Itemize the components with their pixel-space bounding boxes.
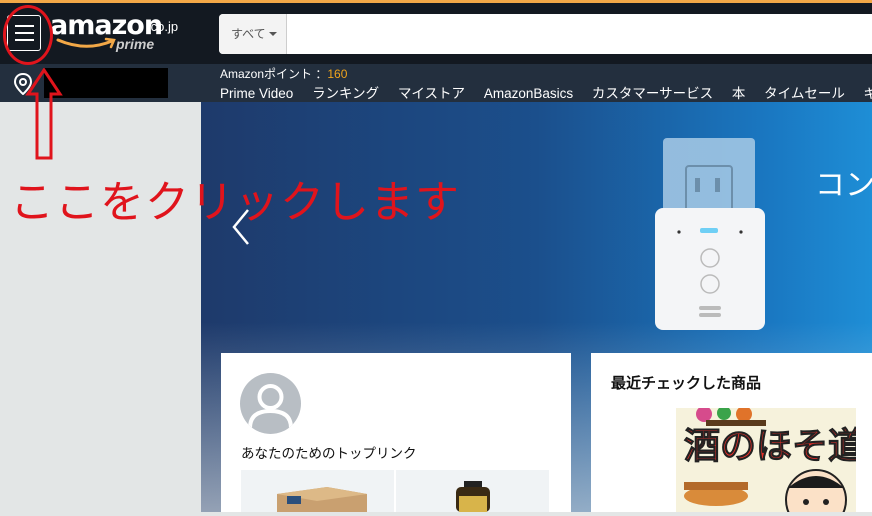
nav-link-ranking[interactable]: ランキング [312,86,379,101]
book-title: 酒のほそ道 [684,425,856,467]
smile-arrow-icon [56,37,116,49]
search-department-label: すべて [231,27,266,41]
amazon-logo[interactable]: amazon .co.jp prime [50,10,200,54]
top-nav-bar: amazon .co.jp prime すべて [0,0,872,64]
nav-link-amazonbasics[interactable]: AmazonBasics [484,86,573,101]
nav-link-prime-video[interactable]: Prime Video [220,86,293,101]
nav-links: Prime Video ランキング マイストア AmazonBasics カスタ… [220,82,872,102]
nav-link-customer-service[interactable]: カスタマーサービス [592,86,713,101]
points-label: Amazonポイント ： [220,67,328,81]
echo-flex-product-image [655,138,765,330]
top-link-thumbnail[interactable] [241,470,394,512]
book-cover-image: 酒のほそ道 [684,408,856,512]
bottle-image [456,481,490,512]
logo-tld: .co.jp [147,19,179,34]
search-department-select[interactable]: すべて [219,14,287,54]
nav-link-time-sale[interactable]: タイムセール [764,86,845,101]
amazon-points[interactable]: Amazonポイント ：160 [220,65,347,82]
nav-link-my-store[interactable]: マイストア [398,86,465,101]
annotation-circle [3,5,53,65]
top-links-title: あなたのためのトップリンク [241,446,417,462]
caret-down-icon [269,32,277,36]
nav-link-gift[interactable]: ギ [864,86,872,101]
recent-item-book-cover[interactable]: 酒のほそ道 [676,408,856,512]
up-arrow-icon [25,68,63,160]
user-icon [248,384,293,429]
points-value: 160 [327,67,348,81]
recently-viewed-title: 最近チェックした商品 [611,374,762,392]
top-stripe [0,0,872,3]
avatar[interactable] [240,373,301,434]
search-input[interactable] [289,16,853,52]
nav-link-books[interactable]: 本 [732,86,746,101]
logo-prime: prime [116,36,155,52]
search-bar: すべて [219,14,872,54]
top-link-thumbnail[interactable] [396,470,549,512]
sub-nav-bar: Amazonポイント ：160 Prime Video ランキング マイストア … [0,64,872,102]
annotation-text: ここをクリックします [10,177,460,228]
hero-headline: コン [815,168,872,203]
box-image [277,487,367,512]
